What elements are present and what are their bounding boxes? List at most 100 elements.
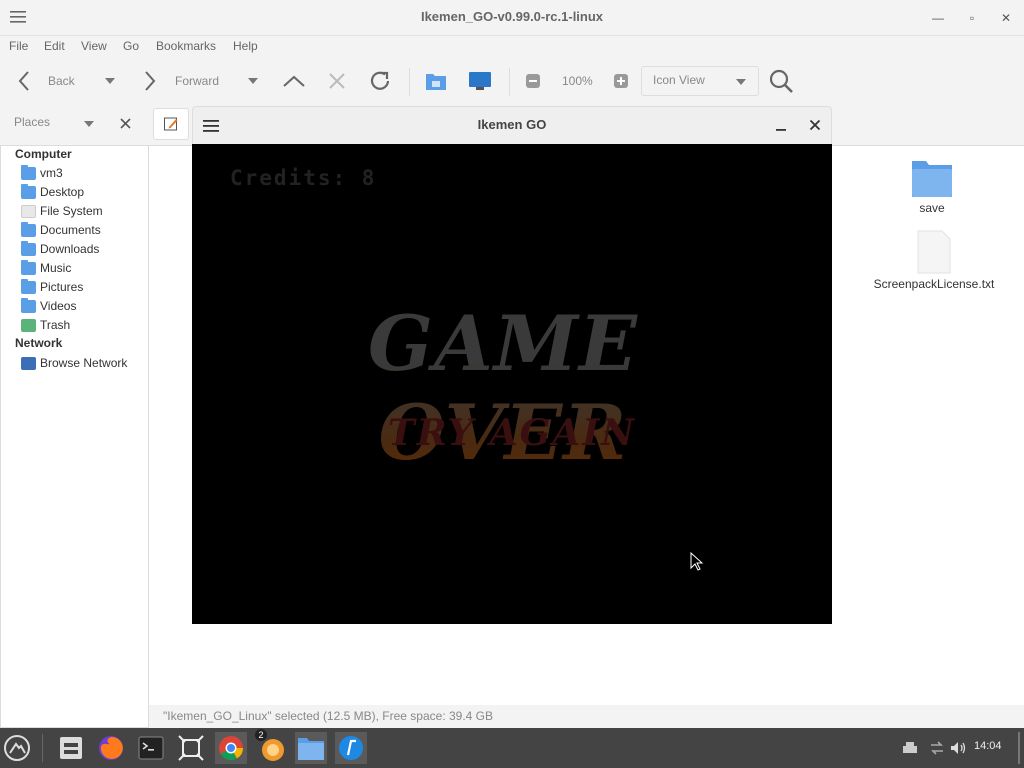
zoom-in-button[interactable] [613, 58, 629, 104]
zoom-level: 100% [562, 74, 593, 88]
menu-help[interactable]: Help [233, 39, 258, 53]
menubar: File Edit View Go Bookmarks Help [0, 36, 1024, 58]
maximize-button[interactable]: ▫ [962, 8, 982, 28]
mouse-cursor-icon [690, 552, 704, 571]
file-item-screenpack-license[interactable]: ScreenpackLicense.txt [867, 230, 1001, 291]
network-status-icon[interactable] [929, 740, 945, 756]
sidebar-item-documents[interactable]: Documents [21, 221, 101, 239]
game-canvas[interactable]: Credits: 8 GAME OVER TRY AGAIN [192, 144, 832, 624]
chrome-icon [219, 736, 243, 761]
sidebar-item-label: Trash [40, 318, 71, 332]
reload-icon [370, 71, 390, 90]
minimize-button[interactable]: — [928, 8, 948, 28]
network-icon [21, 356, 36, 370]
file-name: save [919, 201, 945, 215]
clock[interactable]: 14:04 [974, 740, 1002, 752]
menu-file[interactable]: File [9, 39, 28, 53]
pictures-folder-icon [21, 278, 36, 294]
sidebar-item-pictures[interactable]: Pictures [21, 278, 83, 296]
places-sidebar: Computer vm3 Desktop File System Documen… [0, 145, 149, 728]
pencil-icon [164, 117, 178, 131]
sidebar-item-label: File System [40, 204, 103, 218]
taskbar-music-player-button[interactable] [335, 732, 367, 764]
home-folder-button[interactable] [425, 58, 447, 104]
folder-icon [912, 161, 952, 197]
file-manager-icon [60, 737, 82, 759]
sidebar-item-file-system[interactable]: File System [21, 202, 103, 220]
menu-view[interactable]: View [81, 39, 107, 53]
zoom-out-icon [526, 74, 540, 88]
sidebar-item-label: Documents [40, 223, 101, 237]
taskbar-game-button[interactable]: 2 [255, 729, 288, 764]
back-button[interactable]: Back [16, 58, 75, 104]
volume-icon[interactable] [950, 740, 966, 756]
search-button[interactable] [768, 58, 794, 104]
forward-button[interactable]: Forward [142, 58, 219, 104]
taskbar-file-manager-button[interactable] [55, 732, 87, 764]
sidebar-item-label: Browse Network [40, 356, 128, 370]
close-button[interactable]: ✕ [996, 8, 1016, 28]
terminal-icon [138, 736, 164, 760]
sidebar-item-music[interactable]: Music [21, 259, 71, 277]
documents-folder-icon [21, 221, 36, 237]
taskbar-firefox-button[interactable] [95, 732, 127, 764]
menu-edit[interactable]: Edit [44, 39, 65, 53]
close-icon[interactable] [809, 119, 821, 131]
sidebar-item-label: Music [40, 261, 72, 275]
sidebar-section-computer: Computer [15, 147, 72, 161]
stop-icon [329, 73, 345, 89]
downloads-folder-icon [21, 240, 36, 256]
back-history-dropdown[interactable] [105, 58, 115, 104]
places-dropdown-icon[interactable] [84, 121, 94, 127]
chevron-down-icon [736, 79, 746, 85]
zoom-in-icon [614, 74, 628, 88]
desktop-folder-icon [21, 183, 36, 199]
taskbar-separator [42, 734, 43, 762]
game-window-titlebar: Ikemen GO [192, 106, 832, 144]
forward-history-dropdown[interactable] [248, 58, 258, 104]
back-label: Back [48, 74, 75, 88]
drive-icon [21, 204, 36, 218]
home-folder-icon [21, 164, 36, 180]
home-folder-icon [426, 74, 446, 90]
up-button[interactable] [282, 58, 306, 104]
taskbar-chrome-button[interactable] [215, 732, 247, 764]
view-mode-select[interactable]: Icon View [641, 66, 759, 96]
sidebar-item-desktop[interactable]: Desktop [21, 183, 84, 201]
file-name: ScreenpackLicense.txt [873, 277, 995, 291]
computer-button[interactable] [467, 58, 493, 104]
close-sidebar-icon[interactable] [120, 118, 131, 129]
start-menu-icon [4, 735, 30, 761]
forward-label: Forward [175, 74, 220, 88]
menu-go[interactable]: Go [123, 39, 139, 53]
chevron-down-icon [248, 78, 258, 84]
taskbar-terminal-button[interactable] [135, 732, 167, 764]
sidebar-item-browse-network[interactable]: Browse Network [21, 354, 127, 372]
file-item-save[interactable]: save [897, 158, 967, 215]
folder-icon [298, 738, 324, 760]
window-title: Ikemen_GO-v0.99.0-rc.1-linux [420, 9, 604, 24]
sidebar-item-downloads[interactable]: Downloads [21, 240, 99, 258]
minimize-icon[interactable] [775, 120, 787, 132]
search-icon [769, 69, 793, 93]
start-menu-button[interactable] [1, 732, 33, 764]
edit-location-button[interactable] [153, 108, 189, 140]
sidebar-item-trash[interactable]: Trash [21, 316, 70, 334]
taskbar: 2 14:04 [0, 728, 1024, 768]
reload-button[interactable] [367, 58, 393, 104]
screenshot-icon [178, 735, 204, 761]
music-folder-icon [21, 259, 36, 275]
stop-button[interactable] [327, 58, 347, 104]
sidebar-item-label: Videos [40, 299, 77, 313]
menu-bookmarks[interactable]: Bookmarks [156, 39, 216, 53]
taskbar-files-button[interactable] [295, 732, 327, 764]
trash-icon [21, 318, 36, 332]
taskbar-screenshot-button[interactable] [175, 732, 207, 764]
show-desktop-button[interactable] [1018, 732, 1020, 764]
printer-icon[interactable] [902, 740, 918, 756]
sidebar-item-videos[interactable]: Videos [21, 297, 76, 315]
sidebar-item-vm3[interactable]: vm3 [21, 164, 63, 182]
forward-arrow-icon [145, 71, 156, 91]
window-count-badge: 2 [255, 729, 267, 741]
zoom-out-button[interactable] [525, 58, 541, 104]
